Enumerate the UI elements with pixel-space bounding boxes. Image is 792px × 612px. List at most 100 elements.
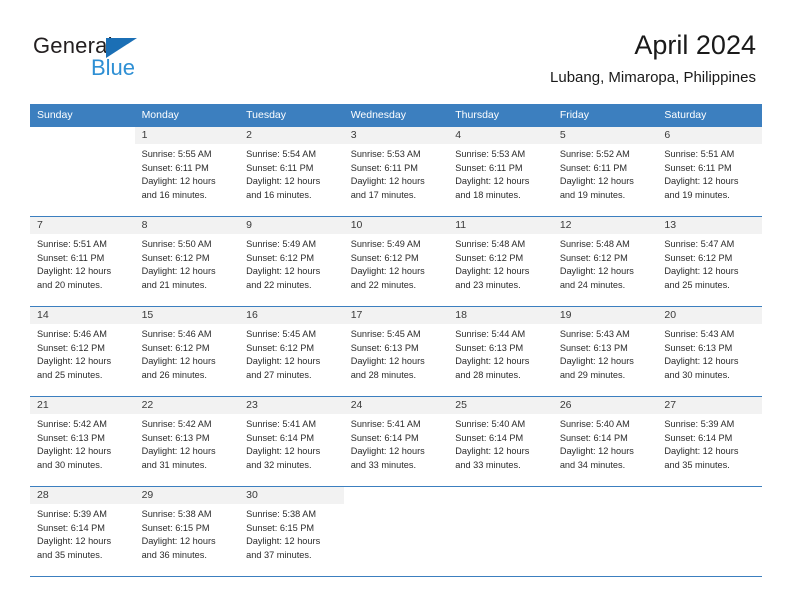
- calendar-day-cell[interactable]: 21 Sunrise: 5:42 AM Sunset: 6:13 PM Dayligh…: [30, 397, 135, 486]
- calendar-day-cell[interactable]: 19 Sunrise: 5:43 AM Sunset: 6:13 PM Dayligh…: [552, 307, 658, 396]
- day-sun-info: Sunrise: 5:49 AM Sunset: 6:12 PM Daylight:…: [239, 234, 344, 292]
- daylight-text-line2: and 16 minutes.: [141, 189, 207, 200]
- day-number: 29: [134, 487, 240, 504]
- day-sun-info: Sunrise: 5:38 AM Sunset: 6:15 PM Daylight:…: [135, 504, 240, 562]
- daylight-text-line2: and 20 minutes.: [37, 279, 103, 290]
- sunrise-text: Sunrise: 5:41 AM: [246, 419, 317, 429]
- calendar-day-cell[interactable]: 7 Sunrise: 5:51 AM Sunset: 6:11 PM Daylight…: [30, 217, 135, 306]
- calendar-day-cell[interactable]: 24 Sunrise: 5:41 AM Sunset: 6:14 PM Dayligh…: [343, 397, 449, 486]
- sunrise-text: Sunrise: 5:43 AM: [559, 329, 630, 339]
- sunset-text: Sunset: 6:12 PM: [455, 252, 524, 263]
- daylight-text-line2: and 35 minutes.: [37, 549, 103, 560]
- sunset-text: Sunset: 6:13 PM: [350, 342, 419, 353]
- calendar-weeks: 1 Sunrise: 5:55 AM Sunset: 6:11 PM Daylight…: [30, 126, 762, 577]
- day-sun-info: Sunrise: 5:41 AM Sunset: 6:14 PM Daylight:…: [239, 414, 344, 472]
- calendar-day-cell[interactable]: 30 Sunrise: 5:38 AM Sunset: 6:15 PM Dayligh…: [239, 487, 344, 576]
- day-number: 22: [134, 397, 240, 414]
- daylight-text-line2: and 21 minutes.: [141, 279, 207, 290]
- day-sun-info: Sunrise: 5:40 AM Sunset: 6:14 PM Daylight:…: [448, 414, 553, 472]
- calendar-day-cell[interactable]: 15 Sunrise: 5:46 AM Sunset: 6:12 PM Dayligh…: [134, 307, 240, 396]
- day-sun-info: Sunrise: 5:52 AM Sunset: 6:11 PM Daylight:…: [553, 144, 658, 202]
- calendar-page: General Blue April 2024 Lubang, Mimaropa…: [0, 0, 792, 612]
- daylight-text-line2: and 30 minutes.: [664, 369, 730, 380]
- calendar-day-cell[interactable]: 18 Sunrise: 5:44 AM Sunset: 6:13 PM Dayligh…: [448, 307, 553, 396]
- calendar-day-cell[interactable]: 9 Sunrise: 5:49 AM Sunset: 6:12 PM Daylight…: [239, 217, 344, 306]
- calendar-day-cell[interactable]: 1 Sunrise: 5:55 AM Sunset: 6:11 PM Daylight…: [134, 127, 240, 216]
- sunset-text: Sunset: 6:15 PM: [246, 522, 315, 533]
- calendar-day-cell[interactable]: 14 Sunrise: 5:46 AM Sunset: 6:12 PM Dayligh…: [30, 307, 135, 396]
- daylight-text-line2: and 28 minutes.: [350, 369, 417, 380]
- daylight-text-line1: Daylight: 12 hours: [37, 266, 112, 277]
- calendar-day-cell[interactable]: 6 Sunrise: 5:51 AM Sunset: 6:11 PM Daylight…: [657, 127, 762, 216]
- calendar-day-cell[interactable]: 2 Sunrise: 5:54 AM Sunset: 6:11 PM Daylight…: [239, 127, 344, 216]
- sunrise-text: Sunrise: 5:39 AM: [37, 509, 107, 519]
- calendar-day-cell[interactable]: 12 Sunrise: 5:48 AM Sunset: 6:12 PM Dayligh…: [552, 217, 658, 306]
- calendar-day-cell[interactable]: 25 Sunrise: 5:40 AM Sunset: 6:14 PM Dayligh…: [448, 397, 553, 486]
- daylight-text-line1: Daylight: 12 hours: [559, 446, 634, 457]
- sunrise-text: Sunrise: 5:42 AM: [37, 419, 107, 429]
- daylight-text-line2: and 23 minutes.: [455, 279, 521, 290]
- daylight-text-line1: Daylight: 12 hours: [664, 356, 739, 367]
- sunset-text: Sunset: 6:14 PM: [37, 522, 105, 533]
- sunset-text: Sunset: 6:11 PM: [350, 162, 418, 173]
- calendar-day-cell[interactable]: 20 Sunrise: 5:43 AM Sunset: 6:13 PM Dayligh…: [657, 307, 762, 396]
- sunset-text: Sunset: 6:13 PM: [664, 342, 733, 353]
- calendar-day-cell[interactable]: 27 Sunrise: 5:39 AM Sunset: 6:14 PM Dayligh…: [657, 397, 762, 486]
- day-number: 19: [552, 307, 658, 324]
- calendar-day-cell[interactable]: 16 Sunrise: 5:45 AM Sunset: 6:12 PM Dayligh…: [239, 307, 344, 396]
- daylight-text-line1: Daylight: 12 hours: [246, 356, 321, 367]
- daylight-text-line2: and 32 minutes.: [246, 459, 312, 470]
- calendar-empty-cell: [30, 127, 135, 216]
- daylight-text-line2: and 33 minutes.: [350, 459, 417, 470]
- daylight-text-line1: Daylight: 12 hours: [37, 536, 112, 547]
- daylight-text-line2: and 17 minutes.: [350, 189, 417, 200]
- day-number: 12: [552, 217, 658, 234]
- calendar-day-cell[interactable]: 23 Sunrise: 5:41 AM Sunset: 6:14 PM Dayligh…: [239, 397, 344, 486]
- calendar-day-cell[interactable]: 11 Sunrise: 5:48 AM Sunset: 6:12 PM Dayligh…: [448, 217, 553, 306]
- sunrise-text: Sunrise: 5:44 AM: [455, 329, 526, 339]
- calendar-empty-cell: [552, 487, 658, 576]
- daylight-text-line1: Daylight: 12 hours: [455, 176, 530, 187]
- calendar-day-cell[interactable]: 10 Sunrise: 5:49 AM Sunset: 6:12 PM Dayligh…: [343, 217, 449, 306]
- calendar-day-cell[interactable]: 22 Sunrise: 5:42 AM Sunset: 6:13 PM Dayligh…: [134, 397, 240, 486]
- sunset-text: Sunset: 6:15 PM: [141, 522, 210, 533]
- sunrise-text: Sunrise: 5:49 AM: [246, 239, 317, 249]
- day-number: 26: [552, 397, 658, 414]
- calendar-day-cell[interactable]: 28 Sunrise: 5:39 AM Sunset: 6:14 PM Dayligh…: [30, 487, 135, 576]
- day-number: 23: [239, 397, 344, 414]
- calendar-day-cell[interactable]: 13 Sunrise: 5:47 AM Sunset: 6:12 PM Dayligh…: [657, 217, 762, 306]
- daylight-text-line1: Daylight: 12 hours: [350, 356, 425, 367]
- sunset-text: Sunset: 6:14 PM: [455, 432, 524, 443]
- day-number: [657, 487, 762, 504]
- calendar-day-cell[interactable]: 8 Sunrise: 5:50 AM Sunset: 6:12 PM Daylight…: [134, 217, 240, 306]
- sunset-text: Sunset: 6:12 PM: [246, 252, 315, 263]
- sunrise-text: Sunrise: 5:52 AM: [559, 149, 630, 159]
- page-header: General Blue April 2024 Lubang, Mimaropa…: [0, 0, 792, 104]
- title-block: April 2024 Lubang, Mimaropa, Philippines: [550, 28, 756, 89]
- daylight-text-line1: Daylight: 12 hours: [141, 446, 216, 457]
- sunset-text: Sunset: 6:11 PM: [141, 162, 209, 173]
- calendar-day-cell[interactable]: 5 Sunrise: 5:52 AM Sunset: 6:11 PM Daylight…: [552, 127, 658, 216]
- calendar-day-cell[interactable]: 3 Sunrise: 5:53 AM Sunset: 6:11 PM Daylight…: [343, 127, 449, 216]
- daylight-text-line1: Daylight: 12 hours: [455, 356, 530, 367]
- daylight-text-line1: Daylight: 12 hours: [246, 176, 321, 187]
- day-number: 4: [448, 127, 553, 144]
- day-number: [448, 487, 553, 504]
- daylight-text-line2: and 16 minutes.: [246, 189, 312, 200]
- day-sun-info: Sunrise: 5:46 AM Sunset: 6:12 PM Daylight:…: [30, 324, 135, 382]
- day-sun-info: Sunrise: 5:51 AM Sunset: 6:11 PM Daylight:…: [657, 144, 762, 202]
- day-sun-info: Sunrise: 5:45 AM Sunset: 6:13 PM Daylight:…: [344, 324, 449, 382]
- day-number: 20: [657, 307, 762, 324]
- day-number: 3: [343, 127, 449, 144]
- daylight-text-line1: Daylight: 12 hours: [141, 356, 216, 367]
- logo-text-blue: Blue: [91, 55, 136, 80]
- calendar-day-cell[interactable]: 4 Sunrise: 5:53 AM Sunset: 6:11 PM Daylight…: [448, 127, 553, 216]
- sunrise-text: Sunrise: 5:55 AM: [141, 149, 212, 159]
- weekday-header-friday: Friday: [559, 109, 589, 121]
- calendar-day-cell[interactable]: 26 Sunrise: 5:40 AM Sunset: 6:14 PM Dayligh…: [552, 397, 658, 486]
- calendar-day-cell[interactable]: 29 Sunrise: 5:38 AM Sunset: 6:15 PM Dayligh…: [134, 487, 240, 576]
- daylight-text-line1: Daylight: 12 hours: [559, 266, 634, 277]
- calendar-bottom-border: [30, 576, 762, 577]
- calendar-day-cell[interactable]: 17 Sunrise: 5:45 AM Sunset: 6:13 PM Dayligh…: [343, 307, 449, 396]
- general-blue-logo[interactable]: General Blue: [33, 33, 213, 83]
